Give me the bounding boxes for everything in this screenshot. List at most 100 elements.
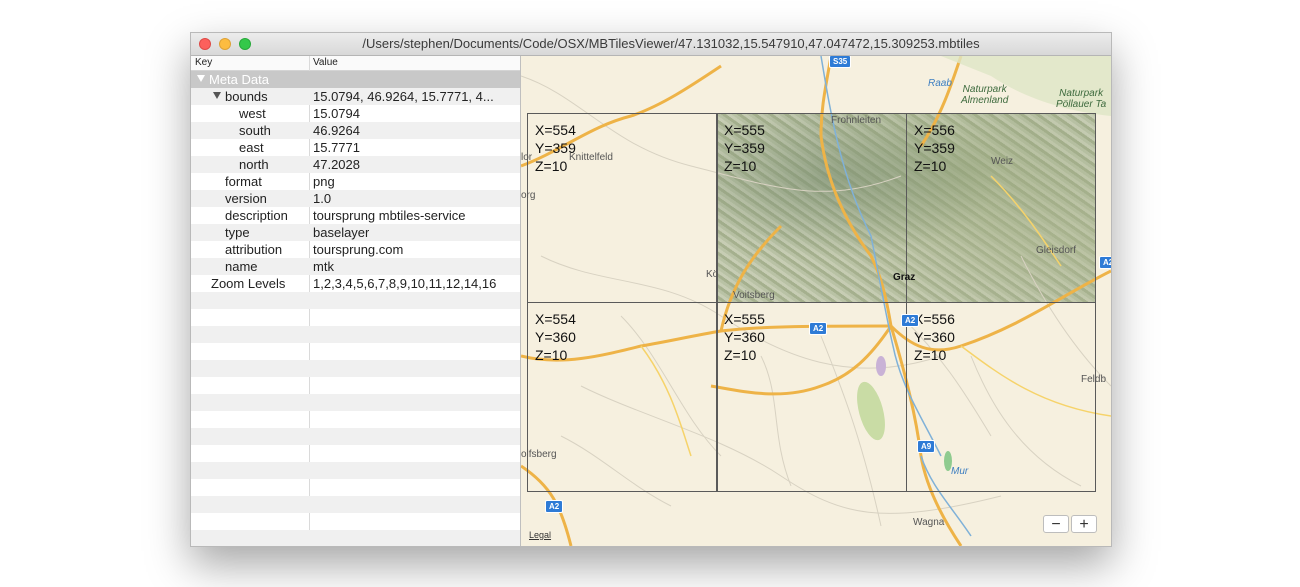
road-shield: S35 <box>829 56 852 68</box>
row-value: 47.2028 <box>313 157 360 172</box>
outline-header: Key Value <box>191 56 520 71</box>
empty-row <box>191 513 520 530</box>
place-label: Voitsberg <box>733 290 775 301</box>
tile-x: X=554 <box>535 122 576 138</box>
map-view[interactable]: X=554 Y=359 Z=10 X=555 Y=359 Z=10 X=556 … <box>521 56 1111 546</box>
tile-label: X=554 Y=360 Z=10 <box>535 310 576 364</box>
row-value: 15.7771 <box>313 140 360 155</box>
tile-y: Y=360 <box>724 329 765 345</box>
road-shield: A2 <box>545 500 564 513</box>
row-value: baselayer <box>313 225 370 240</box>
tile-label: X=555 Y=360 Z=10 <box>724 310 765 364</box>
empty-row <box>191 479 520 496</box>
tile-z: Z=10 <box>724 347 757 363</box>
tile-x: X=555 <box>724 122 765 138</box>
road-shield: A2 <box>901 314 920 327</box>
river-label: Raab <box>928 78 952 89</box>
empty-row <box>191 445 520 462</box>
park-label: Naturpark Pöllauer Ta <box>1056 88 1107 110</box>
empty-row <box>191 360 520 377</box>
tile-label: X=555 Y=359 Z=10 <box>724 121 765 175</box>
row-key: Zoom Levels <box>211 276 286 291</box>
tile-label: X=556 Y=359 Z=10 <box>914 121 955 175</box>
outline-row[interactable]: description toursprung mbtiles-service <box>191 207 520 224</box>
empty-row <box>191 292 520 309</box>
place-label-capital: Graz <box>893 272 916 283</box>
row-value: 1.0 <box>313 191 332 206</box>
tile-x: X=556 <box>914 122 955 138</box>
outline-rows: Meta Data bounds 15.0794, 46.9264, 15.7771… <box>191 71 520 546</box>
row-key: version <box>225 191 267 206</box>
place-label: Weiz <box>991 156 1014 167</box>
tile-z: Z=10 <box>914 347 947 363</box>
row-value: toursprung.com <box>313 242 404 257</box>
road-shield: A2 <box>809 322 828 335</box>
row-value: png <box>313 174 335 189</box>
empty-row <box>191 496 520 513</box>
title-bar: /Users/stephen/Documents/Code/OSX/MBTile… <box>191 33 1111 56</box>
place-label: Knittelfeld <box>569 152 613 163</box>
zoom-in-button[interactable]: + <box>1071 515 1097 533</box>
row-value: toursprung mbtiles-service <box>313 208 466 223</box>
row-key: west <box>239 106 266 121</box>
empty-row <box>191 394 520 411</box>
row-key: format <box>225 174 262 189</box>
disclosure-triangle-icon[interactable] <box>213 92 221 99</box>
empty-row <box>191 530 520 546</box>
tile-y: Y=360 <box>914 329 955 345</box>
tile-y: Y=360 <box>535 329 576 345</box>
row-value: 15.0794 <box>313 106 360 121</box>
place-label: Wagna <box>913 517 945 528</box>
legal-link[interactable]: Legal <box>529 530 551 540</box>
empty-row <box>191 377 520 394</box>
outline-row[interactable]: bounds 15.0794, 46.9264, 15.7771, 4... <box>191 88 520 105</box>
river-label: Mur <box>951 466 969 477</box>
disclosure-triangle-icon[interactable] <box>197 75 205 82</box>
row-key: name <box>225 259 258 274</box>
row-value: mtk <box>313 259 334 274</box>
park-label: Naturpark Almenland <box>961 84 1009 106</box>
place-label: Kö <box>706 269 719 280</box>
outline-row[interactable]: south 46.9264 <box>191 122 520 139</box>
place-label: lor <box>521 152 533 163</box>
tile-z: Z=10 <box>914 158 947 174</box>
empty-row <box>191 343 520 360</box>
outline-row[interactable]: name mtk <box>191 258 520 275</box>
outline-row[interactable]: attribution toursprung.com <box>191 241 520 258</box>
tile-z: Z=10 <box>724 158 757 174</box>
tile-x: X=555 <box>724 311 765 327</box>
outline-row[interactable]: type baselayer <box>191 224 520 241</box>
row-value: 46.9264 <box>313 123 360 138</box>
tile-label: X=554 Y=359 Z=10 <box>535 121 576 175</box>
tile-label: X=556 Y=360 Z=10 <box>914 310 955 364</box>
outline-row[interactable]: version 1.0 <box>191 190 520 207</box>
outline-row[interactable]: east 15.7771 <box>191 139 520 156</box>
outline-row[interactable]: Meta Data <box>191 71 520 88</box>
tile-x: X=554 <box>535 311 576 327</box>
tile-y: Y=359 <box>914 140 955 156</box>
road-shield: A9 <box>917 440 936 453</box>
outline-row[interactable]: format png <box>191 173 520 190</box>
row-key: bounds <box>225 89 268 104</box>
metadata-outline[interactable]: Key Value Meta Data bounds 15.0794, 46.926… <box>191 56 521 546</box>
outline-row[interactable]: Zoom Levels 1,2,3,4,5,6,7,8,9,10,11,12,14… <box>191 275 520 292</box>
row-key: north <box>239 157 269 172</box>
outline-row[interactable]: west 15.0794 <box>191 105 520 122</box>
row-key: east <box>239 140 264 155</box>
place-label: Feldb <box>1081 374 1107 385</box>
empty-row <box>191 326 520 343</box>
column-header-key[interactable]: Key <box>195 57 212 68</box>
row-key: type <box>225 225 250 240</box>
row-key: Meta Data <box>209 72 269 87</box>
app-window: /Users/stephen/Documents/Code/OSX/MBTile… <box>190 32 1112 547</box>
place-label: org <box>521 190 536 201</box>
place-label: olfsberg <box>521 449 557 460</box>
zoom-out-button[interactable]: − <box>1043 515 1069 533</box>
outline-row[interactable]: north 47.2028 <box>191 156 520 173</box>
place-label: Frohnleiten <box>831 115 882 126</box>
empty-row <box>191 309 520 326</box>
column-header-value[interactable]: Value <box>313 57 338 68</box>
row-value: 15.0794, 46.9264, 15.7771, 4... <box>313 89 494 104</box>
tile-x: X=556 <box>914 311 955 327</box>
place-label: Gleisdorf <box>1036 245 1077 256</box>
